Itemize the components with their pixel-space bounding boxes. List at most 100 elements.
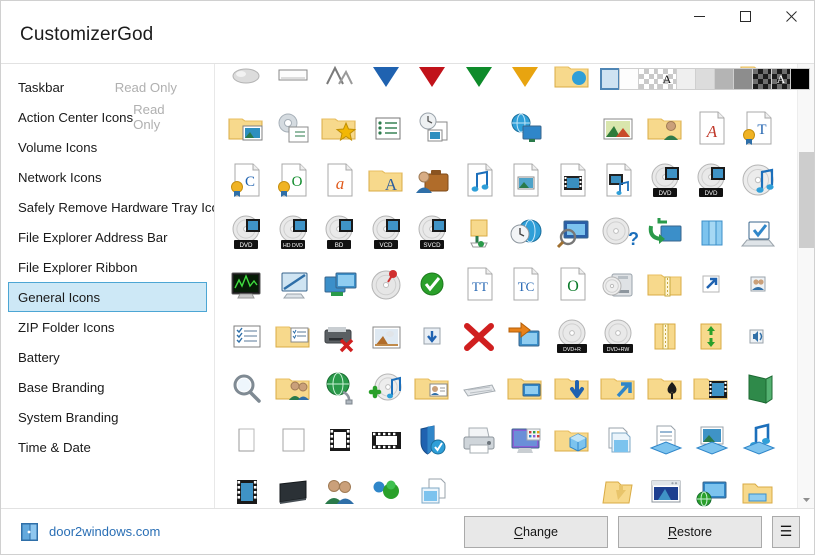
sidebar-item-general-icons[interactable]: General Icons bbox=[8, 282, 207, 312]
sidebar-item-battery[interactable]: Battery bbox=[8, 342, 207, 372]
sidebar-item-volume-icons[interactable]: Volume Icons bbox=[8, 132, 207, 162]
icon-cell[interactable] bbox=[223, 310, 270, 362]
icon-cell[interactable] bbox=[223, 466, 270, 508]
icon-cell[interactable]: DVD bbox=[223, 206, 270, 258]
icon-cell[interactable] bbox=[456, 362, 503, 414]
sidebar-item-zip-folder-icons[interactable]: ZIP Folder Icons bbox=[8, 312, 207, 342]
close-button[interactable] bbox=[768, 1, 814, 31]
icon-cell[interactable] bbox=[456, 154, 503, 206]
icon-cell[interactable] bbox=[502, 102, 549, 154]
swatch-light-checker-letter[interactable]: A bbox=[657, 68, 677, 90]
icon-cell-empty[interactable] bbox=[549, 466, 596, 508]
swatch-dark-checker-letter[interactable]: A bbox=[771, 68, 791, 90]
swatch-gray-70[interactable] bbox=[714, 68, 734, 90]
sidebar-item-base-branding[interactable]: Base Branding bbox=[8, 372, 207, 402]
icon-cell[interactable] bbox=[642, 466, 689, 508]
sidebar-item-action-center-icons[interactable]: Action Center Icons Read Only bbox=[8, 102, 207, 132]
icon-cell[interactable] bbox=[363, 362, 410, 414]
swatch-gray-55[interactable] bbox=[733, 68, 753, 90]
swatch-white[interactable] bbox=[619, 68, 639, 90]
change-button[interactable]: Change bbox=[464, 515, 608, 548]
icon-cell[interactable] bbox=[316, 466, 363, 508]
icon-grid-viewport[interactable]: A T C Oa A DVD DVD DVD HD DVD BD VCD SVCD? TT TC O DVD+… bbox=[215, 64, 797, 508]
icon-cell[interactable] bbox=[502, 206, 549, 258]
icon-cell-empty[interactable] bbox=[456, 102, 503, 154]
menu-button[interactable]: ☰ bbox=[772, 515, 800, 548]
sidebar-item-time-date[interactable]: Time & Date bbox=[8, 432, 207, 462]
icon-cell[interactable] bbox=[270, 258, 317, 310]
icon-cell[interactable]: O bbox=[270, 154, 317, 206]
sidebar-item-safely-remove-hardware-tray-icon[interactable]: Safely Remove Hardware Tray Icon bbox=[8, 192, 214, 222]
icon-cell[interactable] bbox=[363, 102, 410, 154]
icon-cell[interactable] bbox=[595, 362, 642, 414]
icon-cell[interactable] bbox=[502, 310, 549, 362]
icon-cell[interactable]: T bbox=[735, 102, 782, 154]
icon-cell[interactable] bbox=[642, 258, 689, 310]
icon-cell[interactable] bbox=[642, 310, 689, 362]
restore-button[interactable]: Restore bbox=[618, 515, 762, 548]
swatch-light-checker[interactable] bbox=[638, 68, 658, 90]
icon-cell[interactable] bbox=[735, 154, 782, 206]
icon-cell[interactable] bbox=[456, 310, 503, 362]
icon-cell[interactable] bbox=[270, 414, 317, 466]
icon-cell[interactable] bbox=[270, 64, 317, 102]
icon-cell[interactable] bbox=[270, 466, 317, 508]
icon-cell[interactable] bbox=[409, 362, 456, 414]
swatch-black[interactable] bbox=[790, 68, 810, 90]
icon-cell[interactable] bbox=[549, 206, 596, 258]
swatch-gray-95[interactable] bbox=[676, 68, 696, 90]
icon-cell[interactable] bbox=[735, 206, 782, 258]
icon-cell[interactable]: TC bbox=[502, 258, 549, 310]
icon-cell[interactable]: A bbox=[688, 102, 735, 154]
icon-cell[interactable] bbox=[409, 64, 456, 102]
icon-grid-scrollbar[interactable] bbox=[797, 64, 814, 508]
icon-cell[interactable] bbox=[409, 102, 456, 154]
icon-cell[interactable] bbox=[223, 102, 270, 154]
icon-cell[interactable] bbox=[270, 310, 317, 362]
icon-cell[interactable]: DVD+RW bbox=[595, 310, 642, 362]
icon-cell[interactable] bbox=[642, 362, 689, 414]
icon-cell[interactable]: HD DVD bbox=[270, 206, 317, 258]
icon-cell[interactable] bbox=[549, 414, 596, 466]
icon-cell[interactable] bbox=[688, 206, 735, 258]
icon-cell[interactable] bbox=[595, 102, 642, 154]
icon-cell[interactable] bbox=[688, 466, 735, 508]
icon-cell[interactable] bbox=[363, 310, 410, 362]
icon-cell[interactable]: DVD bbox=[688, 154, 735, 206]
icon-cell[interactable] bbox=[549, 154, 596, 206]
icon-cell[interactable]: BD bbox=[316, 206, 363, 258]
icon-cell[interactable] bbox=[549, 362, 596, 414]
icon-cell[interactable] bbox=[316, 362, 363, 414]
icon-cell[interactable] bbox=[223, 362, 270, 414]
icon-cell[interactable]: SVCD bbox=[409, 206, 456, 258]
icon-cell-empty[interactable] bbox=[549, 102, 596, 154]
icon-cell[interactable] bbox=[409, 154, 456, 206]
icon-cell[interactable] bbox=[595, 258, 642, 310]
icon-cell[interactable] bbox=[409, 310, 456, 362]
icon-cell[interactable]: O bbox=[549, 258, 596, 310]
icon-cell[interactable] bbox=[409, 258, 456, 310]
icon-cell[interactable]: A bbox=[363, 154, 410, 206]
sidebar-item-system-branding[interactable]: System Branding bbox=[8, 402, 207, 432]
icon-cell[interactable]: ? bbox=[595, 206, 642, 258]
icon-cell[interactable] bbox=[409, 466, 456, 508]
icon-cell[interactable] bbox=[223, 64, 270, 102]
icon-cell[interactable] bbox=[735, 362, 782, 414]
icon-cell[interactable] bbox=[735, 414, 782, 466]
icon-cell[interactable]: a bbox=[316, 154, 363, 206]
icon-cell[interactable]: VCD bbox=[363, 206, 410, 258]
icon-cell[interactable] bbox=[735, 466, 782, 508]
swatch-gray-85[interactable] bbox=[695, 68, 715, 90]
scroll-down-button[interactable] bbox=[798, 491, 815, 508]
icon-cell-empty[interactable] bbox=[456, 466, 503, 508]
icon-cell[interactable] bbox=[270, 102, 317, 154]
icon-cell[interactable] bbox=[595, 414, 642, 466]
sidebar-item-network-icons[interactable]: Network Icons bbox=[8, 162, 207, 192]
icon-cell[interactable] bbox=[223, 258, 270, 310]
icon-cell[interactable] bbox=[502, 414, 549, 466]
icon-cell[interactable] bbox=[316, 310, 363, 362]
sidebar-item-file-explorer-address-bar[interactable]: File Explorer Address Bar bbox=[8, 222, 207, 252]
scrollbar-thumb[interactable] bbox=[799, 152, 814, 248]
icon-cell[interactable] bbox=[456, 206, 503, 258]
icon-cell[interactable] bbox=[688, 362, 735, 414]
